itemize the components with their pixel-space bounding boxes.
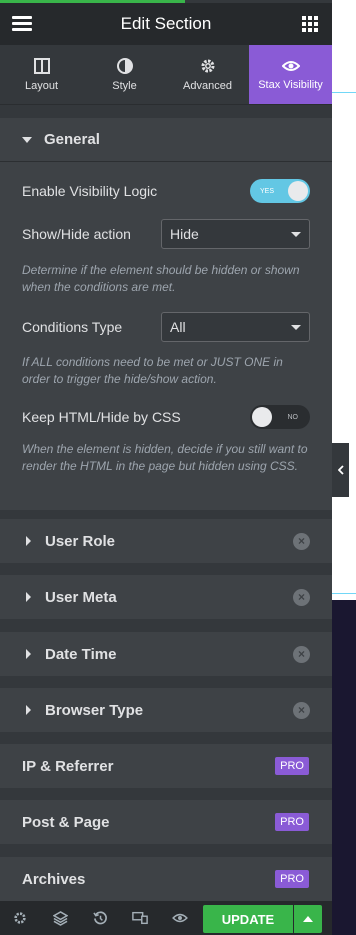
section-title: General: [44, 131, 100, 148]
conditions-row: Conditions Type All: [22, 312, 310, 342]
enable-visibility-label: Enable Visibility Logic: [22, 183, 158, 199]
section-title: Date Time: [45, 645, 117, 663]
toggle-text: YES: [260, 187, 275, 195]
layout-icon: [33, 57, 50, 74]
section-date-time[interactable]: Date Time ×: [0, 632, 332, 676]
section-general-body: Enable Visibility Logic YES Show/Hide ac…: [0, 162, 332, 510]
update-button[interactable]: UPDATE: [203, 905, 293, 933]
chevron-left-icon: [337, 465, 344, 475]
chevron-down-icon: [291, 324, 301, 330]
section-general-header[interactable]: General: [0, 118, 332, 162]
layers-icon: [52, 910, 68, 926]
eye-icon: [281, 60, 300, 71]
tab-label: Stax Visibility: [258, 78, 323, 91]
panel-footer: UPDATE: [0, 901, 332, 935]
section-post-page[interactable]: Post & Page PRO: [0, 800, 332, 844]
section-title: IP & Referrer: [22, 757, 114, 775]
section-title: Post & Page: [22, 813, 110, 831]
caret-right-icon: [26, 649, 31, 659]
canvas-dark-section: [332, 600, 356, 935]
tab-label: Advanced: [183, 79, 232, 92]
responsive-mode-button[interactable]: [120, 901, 160, 935]
showhide-help: Determine if the element should be hidde…: [22, 263, 300, 294]
tab-advanced[interactable]: Advanced: [166, 45, 249, 105]
widgets-grid-icon[interactable]: [302, 16, 318, 32]
history-icon: [92, 910, 107, 924]
section-title: Archives: [22, 870, 86, 888]
panel-tabs: Layout Style Advanced Stax Visibility: [0, 45, 332, 105]
settings-button[interactable]: [0, 901, 40, 935]
section-user-meta[interactable]: User Meta ×: [0, 575, 332, 619]
update-options-button[interactable]: [294, 905, 322, 933]
showhide-label: Show/Hide action: [22, 226, 131, 242]
history-button[interactable]: [80, 901, 120, 935]
caret-right-icon: [26, 592, 31, 602]
section-browser-type[interactable]: Browser Type ×: [0, 688, 332, 732]
conditions-select[interactable]: All: [161, 312, 310, 342]
enable-visibility-toggle[interactable]: YES: [250, 179, 310, 203]
pro-badge: PRO: [275, 870, 309, 888]
keep-html-row: Keep HTML/Hide by CSS NO: [22, 404, 310, 430]
caret-right-icon: [26, 705, 31, 715]
preview-button[interactable]: [160, 901, 200, 935]
conditions-label: Conditions Type: [22, 319, 123, 335]
section-title: User Role: [45, 532, 116, 550]
caret-down-icon: [22, 136, 32, 143]
tab-label: Style: [112, 79, 137, 92]
enable-visibility-row: Enable Visibility Logic YES: [22, 178, 310, 204]
remove-icon[interactable]: ×: [293, 588, 310, 606]
conditions-help: If ALL conditions need to be met or JUST…: [22, 355, 283, 386]
toggle-knob: [288, 181, 308, 201]
devices-icon: [132, 911, 148, 925]
section-title: Browser Type: [45, 701, 144, 719]
section-user-role[interactable]: User Role ×: [0, 519, 332, 563]
panel-title: Edit Section: [120, 14, 212, 33]
section-title: User Meta: [45, 588, 117, 606]
chevron-down-icon: [291, 231, 301, 237]
gear-icon: [14, 912, 26, 924]
remove-icon[interactable]: ×: [293, 701, 310, 719]
pro-badge: PRO: [275, 757, 309, 775]
panel-header: Edit Section: [0, 3, 332, 45]
tab-label: Layout: [24, 79, 59, 92]
showhide-select[interactable]: Hide: [161, 219, 310, 249]
keep-html-toggle[interactable]: NO: [250, 405, 310, 429]
collapse-panel-button[interactable]: [332, 443, 349, 497]
selected-section-outline: [332, 92, 356, 594]
select-value: Hide: [170, 226, 199, 242]
select-value: All: [170, 319, 186, 335]
navigator-button[interactable]: [40, 901, 80, 935]
style-icon: [116, 57, 133, 74]
section-archives[interactable]: Archives PRO: [0, 857, 332, 901]
tab-style[interactable]: Style: [83, 45, 166, 105]
toggle-knob: [252, 407, 272, 427]
pro-badge: PRO: [275, 813, 309, 831]
gear-icon: [201, 59, 214, 72]
tab-layout[interactable]: Layout: [0, 45, 83, 105]
tab-stax-visibility[interactable]: Stax Visibility: [249, 45, 332, 105]
editor-panel: Edit Section Layout Style Advanced Stax …: [0, 0, 332, 935]
menu-icon[interactable]: [12, 16, 32, 32]
showhide-row: Show/Hide action Hide: [22, 219, 310, 249]
keep-html-help: When the element is hidden, decide if yo…: [22, 442, 308, 473]
remove-icon[interactable]: ×: [293, 645, 310, 663]
toggle-text: NO: [287, 413, 299, 421]
remove-icon[interactable]: ×: [293, 532, 310, 550]
chevron-up-icon: [303, 916, 313, 922]
caret-right-icon: [26, 536, 31, 546]
section-ip-referrer[interactable]: IP & Referrer PRO: [0, 744, 332, 788]
keep-html-label: Keep HTML/Hide by CSS: [22, 409, 181, 425]
eye-icon: [172, 913, 188, 923]
